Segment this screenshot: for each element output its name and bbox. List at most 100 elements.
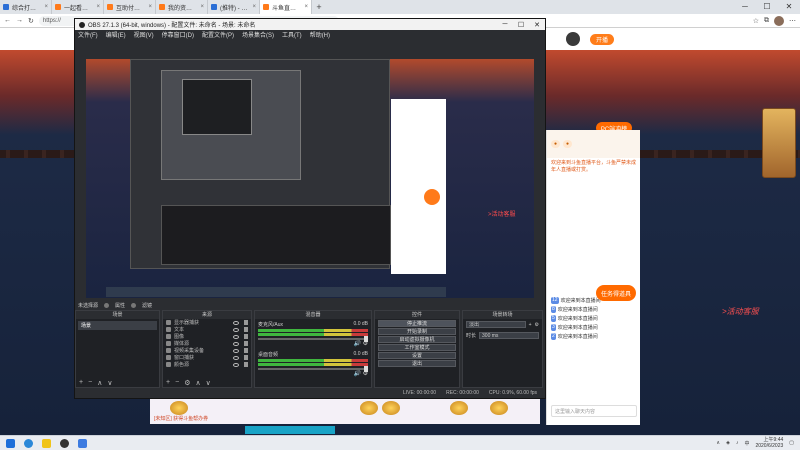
duration-field[interactable]: 300 ms (479, 332, 539, 339)
speaker-icon[interactable]: 🔊 (353, 371, 360, 377)
volume-slider[interactable] (258, 366, 368, 372)
chat-tab[interactable]: ● (551, 140, 561, 148)
visibility-eye-icon[interactable] (233, 341, 239, 346)
move-up-icon[interactable]: ∧ (97, 379, 102, 387)
source-item[interactable]: 视频采集设备 (163, 347, 251, 354)
exit-button[interactable]: 退出 (378, 360, 456, 367)
minimize-icon[interactable]: ─ (734, 0, 756, 14)
chat-tab[interactable]: ● (563, 140, 573, 148)
profile-avatar[interactable] (774, 15, 784, 26)
visibility-eye-icon[interactable] (233, 320, 239, 325)
lock-icon[interactable] (244, 355, 248, 360)
gift-item[interactable] (382, 401, 400, 415)
refresh-icon[interactable]: ↻ (28, 17, 34, 25)
start-icon[interactable] (6, 438, 15, 448)
maximize-icon[interactable]: ☐ (756, 0, 778, 14)
browser-tab-active[interactable]: 斗鱼直播间 互助付出 斗鱼× (260, 0, 312, 14)
gift-item[interactable] (450, 401, 468, 415)
folder-icon[interactable] (42, 438, 51, 448)
move-down-icon[interactable]: ∨ (206, 379, 211, 387)
back-icon[interactable]: ← (4, 17, 11, 24)
move-down-icon[interactable]: ∨ (107, 379, 112, 387)
volume-icon[interactable]: ♪ (736, 440, 739, 446)
speaker-icon[interactable]: 🔊 (353, 341, 360, 347)
browser-tab[interactable]: 一起看直播_一起看视频_斗鱼直× (52, 0, 104, 14)
close-icon[interactable]: × (148, 4, 152, 10)
forward-icon[interactable]: → (16, 17, 23, 24)
properties-icon[interactable] (104, 302, 110, 308)
gift-item[interactable] (170, 401, 188, 415)
add-icon[interactable]: + (166, 379, 170, 386)
menu-dots-icon[interactable]: ⋯ (789, 17, 796, 25)
lock-icon[interactable] (244, 362, 248, 367)
remove-icon[interactable]: − (88, 379, 92, 386)
browser-tab[interactable]: 综合打分和方中方(biib) 12/78× (0, 0, 52, 14)
menu-file[interactable]: 文件(F) (78, 30, 98, 39)
menu-edit[interactable]: 编辑(E) (106, 30, 126, 39)
menu-help[interactable]: 帮助(H) (310, 30, 330, 39)
user-avatar[interactable] (565, 32, 580, 46)
add-icon[interactable]: + (79, 379, 83, 386)
lock-icon[interactable] (244, 320, 248, 325)
app-icon[interactable] (78, 438, 87, 448)
menu-docks[interactable]: 停靠窗口(D) (162, 30, 194, 39)
menu-tools[interactable]: 工具(T) (282, 30, 302, 39)
extensions-icon[interactable]: ⧉ (764, 17, 769, 25)
visibility-eye-icon[interactable] (233, 362, 239, 367)
menu-view[interactable]: 视图(V) (134, 30, 154, 39)
close-icon[interactable]: × (252, 4, 256, 10)
slider-handle[interactable] (364, 366, 368, 372)
menu-profile[interactable]: 配置文件(P) (202, 30, 234, 39)
clock[interactable]: 上午9:44 2020/6/2023 (755, 437, 783, 449)
properties-button[interactable]: 属性 (115, 302, 125, 309)
source-item[interactable]: 文本 (163, 326, 251, 333)
close-icon[interactable]: × (96, 4, 100, 10)
obs-icon[interactable] (60, 438, 69, 448)
tray-arrow-icon[interactable]: ∧ (716, 440, 720, 446)
slider-handle[interactable] (364, 336, 368, 342)
ime-indicator[interactable]: 中 (744, 440, 749, 447)
source-item[interactable]: 颜色源 (163, 361, 251, 368)
favorite-star-icon[interactable]: ☆ (753, 17, 759, 25)
close-window-icon[interactable]: ✕ (778, 0, 800, 14)
maximize-icon[interactable]: ☐ (513, 21, 529, 29)
remove-icon[interactable]: − (175, 379, 179, 386)
event-service-link[interactable]: >活动客服 (722, 306, 759, 317)
filters-icon[interactable] (131, 302, 137, 308)
gift-item[interactable] (490, 401, 508, 415)
gear-icon[interactable]: ⚙ (535, 322, 539, 328)
visibility-eye-icon[interactable] (233, 348, 239, 353)
browser-tab[interactable]: (推特) - 搜索结果 - 斗鱼直播 - 百× (208, 0, 260, 14)
source-item[interactable]: 窗口捕获 (163, 354, 251, 361)
start-recording-button[interactable]: 开始录制 (378, 328, 456, 335)
lock-icon[interactable] (244, 334, 248, 339)
chat-input[interactable]: 这里输入聊天内容 (551, 405, 637, 417)
add-icon[interactable]: + (529, 322, 532, 328)
notification-icon[interactable]: ▢ (789, 440, 794, 446)
gift-item[interactable] (360, 401, 378, 415)
menu-scene-collection[interactable]: 场景集合(S) (242, 30, 274, 39)
obs-preview-canvas[interactable]: >活动客服 (86, 59, 534, 298)
lock-icon[interactable] (244, 348, 248, 353)
close-icon[interactable]: × (44, 4, 48, 10)
new-tab-button[interactable]: + (312, 0, 326, 14)
visibility-eye-icon[interactable] (233, 355, 239, 360)
close-icon[interactable]: × (304, 4, 308, 10)
filters-button[interactable]: 滤镜 (142, 302, 152, 309)
visibility-eye-icon[interactable] (233, 327, 239, 332)
browser-tab[interactable]: 我的资料 - 个人中心 - 斗鱼× (156, 0, 208, 14)
studio-mode-button[interactable]: 工作室模式 (378, 344, 456, 351)
close-window-icon[interactable]: ✕ (529, 21, 545, 29)
minimize-icon[interactable]: ─ (497, 21, 513, 29)
stop-streaming-button[interactable]: 停止推流 (378, 320, 456, 327)
move-up-icon[interactable]: ∧ (195, 379, 200, 387)
edge-icon[interactable] (24, 438, 33, 448)
visibility-eye-icon[interactable] (233, 334, 239, 339)
source-item[interactable]: 显示器捕获 (163, 319, 251, 326)
close-icon[interactable]: × (200, 4, 204, 10)
source-item[interactable]: 图像 (163, 333, 251, 340)
transition-select[interactable]: 淡出 (466, 321, 526, 328)
browser-tab[interactable]: 互助付出_斗鱼彩蛋付出_互助付× (104, 0, 156, 14)
network-icon[interactable]: ◈ (726, 440, 730, 446)
settings-button[interactable]: 设置 (378, 352, 456, 359)
